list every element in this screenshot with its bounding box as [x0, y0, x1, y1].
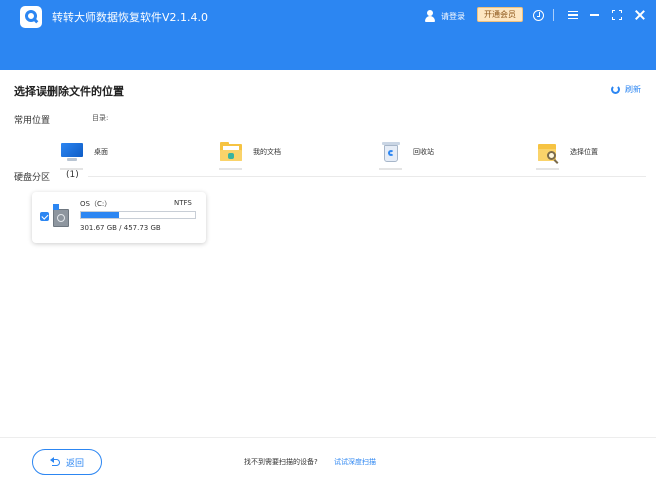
minimize-button[interactable]: [584, 5, 604, 25]
documents-folder-icon: [219, 141, 243, 163]
location-underline: [219, 168, 242, 170]
location-choose[interactable]: 选择位置: [536, 137, 598, 167]
back-label: 返回: [65, 458, 84, 469]
folder-search-icon: [536, 141, 560, 164]
clock-icon: [532, 9, 544, 21]
menu-icon: [568, 11, 578, 19]
location-underline: [536, 168, 559, 170]
close-icon: [635, 10, 645, 20]
location-label: 我的文档: [253, 148, 281, 156]
login-button[interactable]: 请登录: [424, 8, 465, 24]
drive-checkbox[interactable]: [40, 212, 49, 221]
app-logo-icon: [20, 6, 42, 28]
close-button[interactable]: [630, 5, 650, 25]
vip-button[interactable]: 开通会员: [477, 7, 523, 22]
location-label: 选择位置: [570, 148, 598, 156]
app-title: 转转大师数据恢复软件V2.1.4.0: [52, 11, 209, 24]
history-button[interactable]: [528, 5, 548, 25]
drive-usage-fill: [81, 212, 119, 218]
location-label: 回收站: [413, 148, 434, 156]
maximize-icon: [612, 10, 622, 20]
common-locations-label: 常用位置: [14, 116, 51, 126]
login-label: 请登录: [441, 11, 465, 21]
desktop-icon: [60, 141, 84, 163]
drive-usage-bar: [80, 211, 196, 219]
minimize-icon: [589, 14, 599, 16]
refresh-label: 刷新: [625, 84, 641, 94]
directory-label: 目录:: [92, 114, 109, 122]
location-underline: [379, 168, 402, 170]
location-documents[interactable]: 我的文档: [219, 137, 281, 167]
maximize-button[interactable]: [607, 5, 627, 25]
drive-name: OS（C:）: [80, 200, 112, 208]
location-recycle-bin[interactable]: 回收站: [379, 137, 434, 167]
page-title: 选择误删除文件的位置: [14, 85, 124, 98]
back-button[interactable]: 返回: [32, 449, 102, 475]
drive-size: 301.67 GB / 457.73 GB: [80, 224, 161, 232]
disk-partitions-count: (1): [66, 170, 79, 180]
footer-divider: [0, 437, 656, 438]
menu-button[interactable]: [563, 5, 583, 25]
drive-card-c[interactable]: OS（C:） NTFS 301.67 GB / 457.73 GB: [32, 192, 206, 243]
disk-partitions-label: 硬盘分区: [14, 173, 51, 183]
refresh-button[interactable]: 刷新: [611, 83, 641, 95]
refresh-icon: [611, 84, 620, 94]
footer-hint: 找不到需要扫描的设备?: [244, 458, 318, 466]
hard-drive-icon: [52, 204, 70, 228]
drive-filesystem: NTFS: [174, 199, 192, 207]
location-label: 桌面: [94, 148, 108, 156]
location-desktop[interactable]: 桌面: [60, 137, 108, 167]
titlebar-divider: [553, 9, 554, 21]
recycle-bin-icon: [379, 141, 403, 163]
section-divider: [88, 176, 646, 177]
user-icon: [424, 10, 436, 22]
title-bar: 转转大师数据恢复软件V2.1.4.0 请登录 开通会员: [0, 0, 656, 70]
back-arrow-icon: [49, 457, 61, 466]
deep-scan-link[interactable]: 试试深度扫描: [334, 457, 376, 467]
